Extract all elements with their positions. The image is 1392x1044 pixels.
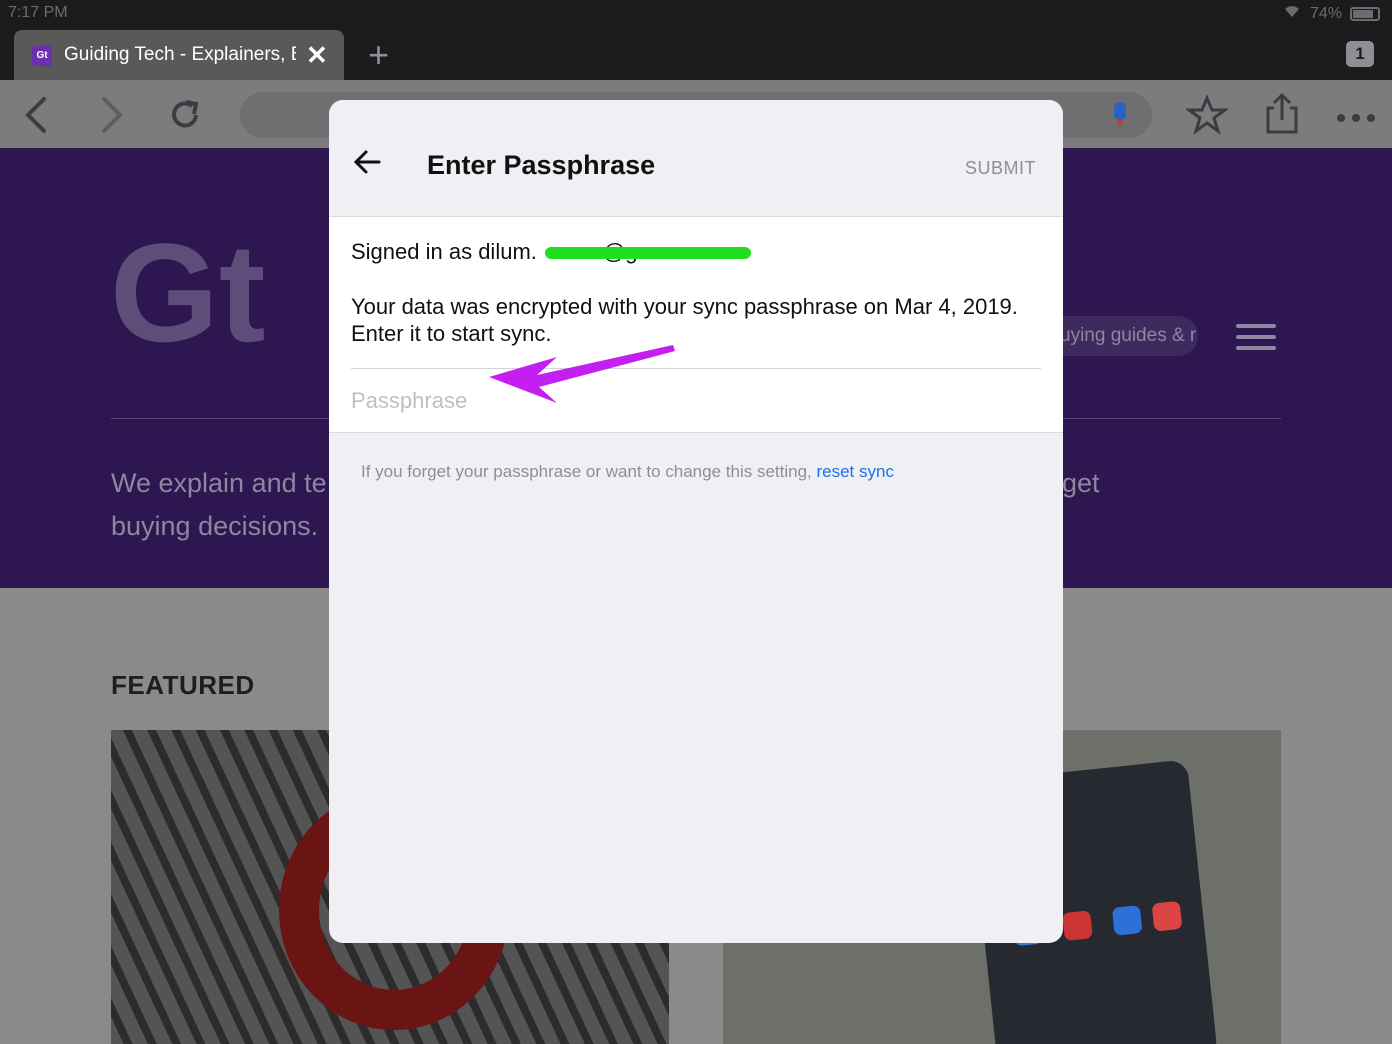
back-arrow-icon[interactable] [353, 148, 381, 176]
email-redaction [545, 247, 751, 259]
submit-button[interactable]: SUBMIT [965, 158, 1036, 179]
more-icon[interactable] [1336, 110, 1376, 128]
site-tagline-right: get [1062, 468, 1100, 498]
forward-arrow-icon[interactable] [96, 96, 126, 139]
battery-icon [1350, 6, 1380, 21]
tab-title: Guiding Tech - Explainers, B [64, 44, 296, 65]
favicon-icon: Gt [32, 46, 52, 66]
reload-icon[interactable] [166, 96, 204, 139]
field-divider [351, 368, 1041, 369]
site-logo[interactable]: Gt [110, 223, 340, 363]
tab-count-button[interactable]: 1 [1346, 41, 1374, 67]
dialog-content: Signed in as dilum.@g Your data was encr… [329, 217, 1063, 433]
menu-icon[interactable] [1236, 324, 1276, 350]
star-icon[interactable] [1184, 94, 1230, 141]
site-tagline: We explain and te buying decisions. [111, 468, 327, 541]
passphrase-input[interactable] [351, 383, 1041, 419]
back-arrow-icon[interactable] [22, 96, 52, 139]
reset-sync-link[interactable]: reset sync [816, 462, 893, 481]
site-search-input[interactable]: uying guides & r [1040, 316, 1198, 356]
tab-strip: Gt Guiding Tech - Explainers, B ✕ + 1 [0, 28, 1392, 80]
close-icon[interactable]: ✕ [306, 40, 328, 71]
mic-icon[interactable] [1112, 102, 1128, 128]
wifi-icon [1282, 4, 1302, 23]
annotation-arrow-icon [489, 345, 675, 403]
encryption-info: Your data was encrypted with your sync p… [351, 294, 1018, 346]
new-tab-icon[interactable]: + [368, 34, 389, 76]
status-bar: 7:17 PM 74% [0, 0, 1392, 28]
passphrase-dialog: Enter Passphrase SUBMIT Signed in as dil… [329, 100, 1063, 943]
dialog-title: Enter Passphrase [427, 150, 656, 180]
share-icon[interactable] [1262, 92, 1302, 141]
browser-tab[interactable]: Gt Guiding Tech - Explainers, B ✕ [14, 30, 344, 80]
reset-sync-note: If you forget your passphrase or want to… [361, 462, 894, 481]
status-time: 7:17 PM [8, 4, 68, 21]
featured-heading: FEATURED [111, 670, 255, 700]
status-right: 74% [1282, 4, 1380, 23]
battery-percent: 74% [1309, 4, 1342, 22]
dialog-header: Enter Passphrase SUBMIT [329, 100, 1063, 217]
